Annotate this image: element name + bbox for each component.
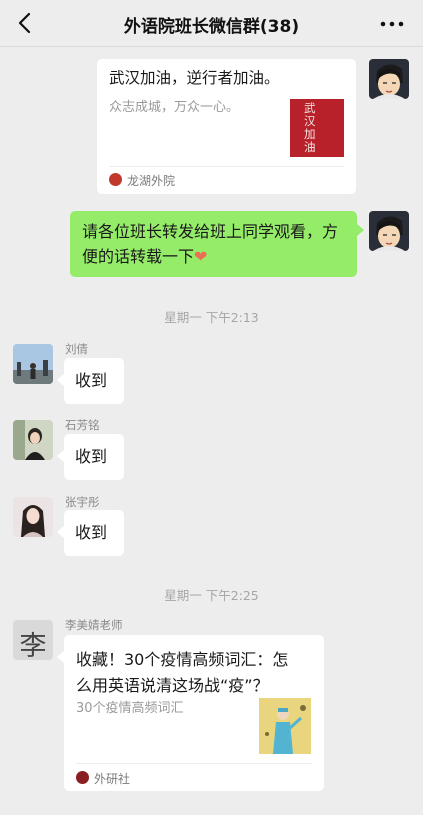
bubble-tail bbox=[57, 450, 64, 462]
timestamp: 星期一 下午2:25 bbox=[164, 588, 259, 603]
avatar[interactable] bbox=[369, 59, 409, 99]
avatar[interactable] bbox=[13, 497, 53, 537]
avatar[interactable] bbox=[13, 344, 53, 384]
source-logo-icon bbox=[109, 173, 122, 186]
card-title: 武汉加油，逆行者加油。 bbox=[109, 69, 280, 87]
bubble-tail bbox=[57, 526, 64, 538]
timestamp: 星期一 下午2:13 bbox=[164, 310, 259, 325]
message-bubble-self[interactable]: 请各位班长转发给班上同学观看，方便的话转载一下❤ bbox=[70, 211, 357, 277]
bubble-tail bbox=[57, 374, 64, 386]
card-divider bbox=[109, 166, 344, 167]
bubble-tail bbox=[57, 651, 64, 663]
sender-name: 刘倩 bbox=[65, 342, 88, 356]
photo-avatar-icon bbox=[13, 420, 53, 460]
sender-name: 李美婧老师 bbox=[65, 618, 123, 632]
card-divider bbox=[76, 763, 312, 764]
card-source: 外研社 bbox=[94, 772, 131, 786]
avatar-character: 李 bbox=[19, 631, 47, 660]
message-bubble[interactable]: 收到 bbox=[64, 510, 124, 556]
card-description: 30个疫情高频词汇 bbox=[76, 701, 184, 716]
card-description: 众志成城，万众一心。 bbox=[109, 100, 240, 115]
chat-header: 外语院班长微信群(38) bbox=[0, 0, 423, 47]
source-logo-icon bbox=[76, 771, 89, 784]
photo-avatar-icon bbox=[13, 497, 53, 537]
card-title-line1: 收藏！30个疫情高频词汇：怎 bbox=[76, 650, 289, 669]
shared-article-card[interactable]: 武汉加油，逆行者加油。 众志成城，万众一心。 武汉加油 龙湖外院 bbox=[97, 59, 356, 194]
avatar[interactable] bbox=[369, 211, 409, 251]
back-arrow-icon[interactable] bbox=[14, 11, 38, 35]
cartoon-avatar-icon bbox=[369, 59, 409, 99]
bubble-tail bbox=[357, 224, 364, 236]
card-thumbnail: 武汉加油 bbox=[290, 99, 344, 157]
cartoon-avatar-icon bbox=[369, 211, 409, 251]
heart-emoji: ❤ bbox=[194, 247, 208, 266]
thumbnail-calligraphy: 武汉加油 bbox=[304, 101, 316, 154]
message-text: 请各位班长转发给班上同学观看，方便的话转载一下 bbox=[82, 222, 339, 266]
card-title-line2: 么用英语说清这场战“疫”？ bbox=[76, 676, 269, 695]
sender-name: 张宇彤 bbox=[65, 495, 100, 509]
avatar[interactable]: 李 bbox=[13, 620, 53, 660]
avatar[interactable] bbox=[13, 420, 53, 460]
message-bubble[interactable]: 收到 bbox=[64, 434, 124, 480]
card-source: 龙湖外院 bbox=[127, 174, 176, 188]
card-thumbnail-illustration bbox=[259, 698, 311, 754]
photo-avatar-icon bbox=[13, 344, 53, 384]
shared-article-card[interactable]: 收藏！30个疫情高频词汇：怎 么用英语说清这场战“疫”？ 30个疫情高频词汇 外… bbox=[64, 635, 324, 791]
chat-title: 外语院班长微信群(38) bbox=[123, 17, 300, 37]
sender-name: 石芳铭 bbox=[65, 418, 100, 432]
message-bubble[interactable]: 收到 bbox=[64, 358, 124, 404]
more-icon[interactable] bbox=[379, 14, 405, 34]
